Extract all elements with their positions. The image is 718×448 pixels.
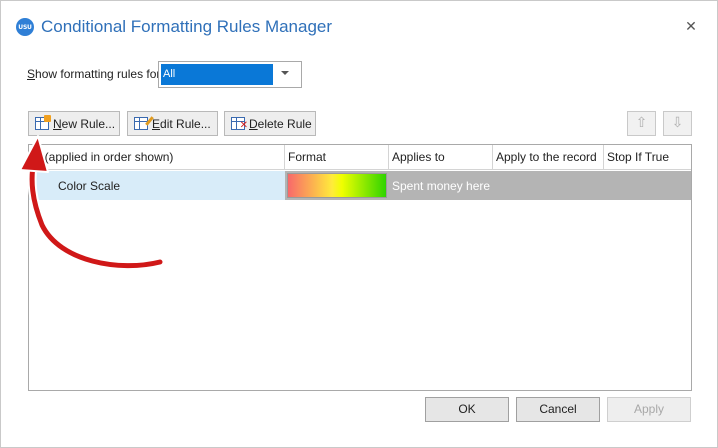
show-rules-dropdown[interactable]: All: [158, 61, 302, 88]
column-header-apply-to-record[interactable]: Apply to the record: [493, 145, 604, 170]
ok-button[interactable]: OK: [425, 397, 509, 422]
edit-rule-button[interactable]: Edit Rule...: [127, 111, 218, 136]
close-button[interactable]: ✕: [681, 17, 701, 37]
show-rules-label: Show formatting rules for:: [27, 67, 164, 81]
move-up-button[interactable]: ⇧: [627, 111, 656, 136]
rules-table: le (applied in order shown) Format Appli…: [28, 144, 692, 391]
rule-name-cell[interactable]: Color Scale: [29, 171, 285, 200]
delete-rule-button[interactable]: ✕ Delete Rule: [224, 111, 316, 136]
move-down-button[interactable]: ⇩: [663, 111, 692, 136]
chevron-down-icon: [281, 71, 289, 75]
delete-rule-icon: ✕: [231, 117, 248, 131]
cancel-button[interactable]: Cancel: [516, 397, 600, 422]
new-rule-icon: [35, 115, 51, 130]
table-row[interactable]: Color Scale Spent money here: [29, 171, 691, 200]
format-preview-cell[interactable]: [285, 171, 389, 200]
apply-button[interactable]: Apply: [607, 397, 691, 422]
column-header-rule[interactable]: le (applied in order shown): [29, 145, 285, 170]
edit-rule-icon: [134, 116, 154, 130]
column-header-applies-to[interactable]: Applies to: [389, 145, 493, 170]
title-bar: USU Conditional Formatting Rules Manager…: [1, 1, 717, 53]
applies-to-cell[interactable]: Spent money here: [389, 171, 691, 200]
column-header-stop-if-true[interactable]: Stop If True: [604, 145, 691, 170]
app-logo-icon: USU: [16, 18, 34, 36]
new-rule-button[interactable]: New Rule...: [28, 111, 120, 136]
dialog-title: Conditional Formatting Rules Manager: [41, 17, 333, 36]
color-scale-swatch: [287, 173, 387, 198]
table-header: le (applied in order shown) Format Appli…: [29, 145, 691, 170]
show-rules-selected-value: All: [161, 64, 273, 85]
dialog-window: USU Conditional Formatting Rules Manager…: [0, 0, 718, 448]
column-header-format[interactable]: Format: [285, 145, 389, 170]
